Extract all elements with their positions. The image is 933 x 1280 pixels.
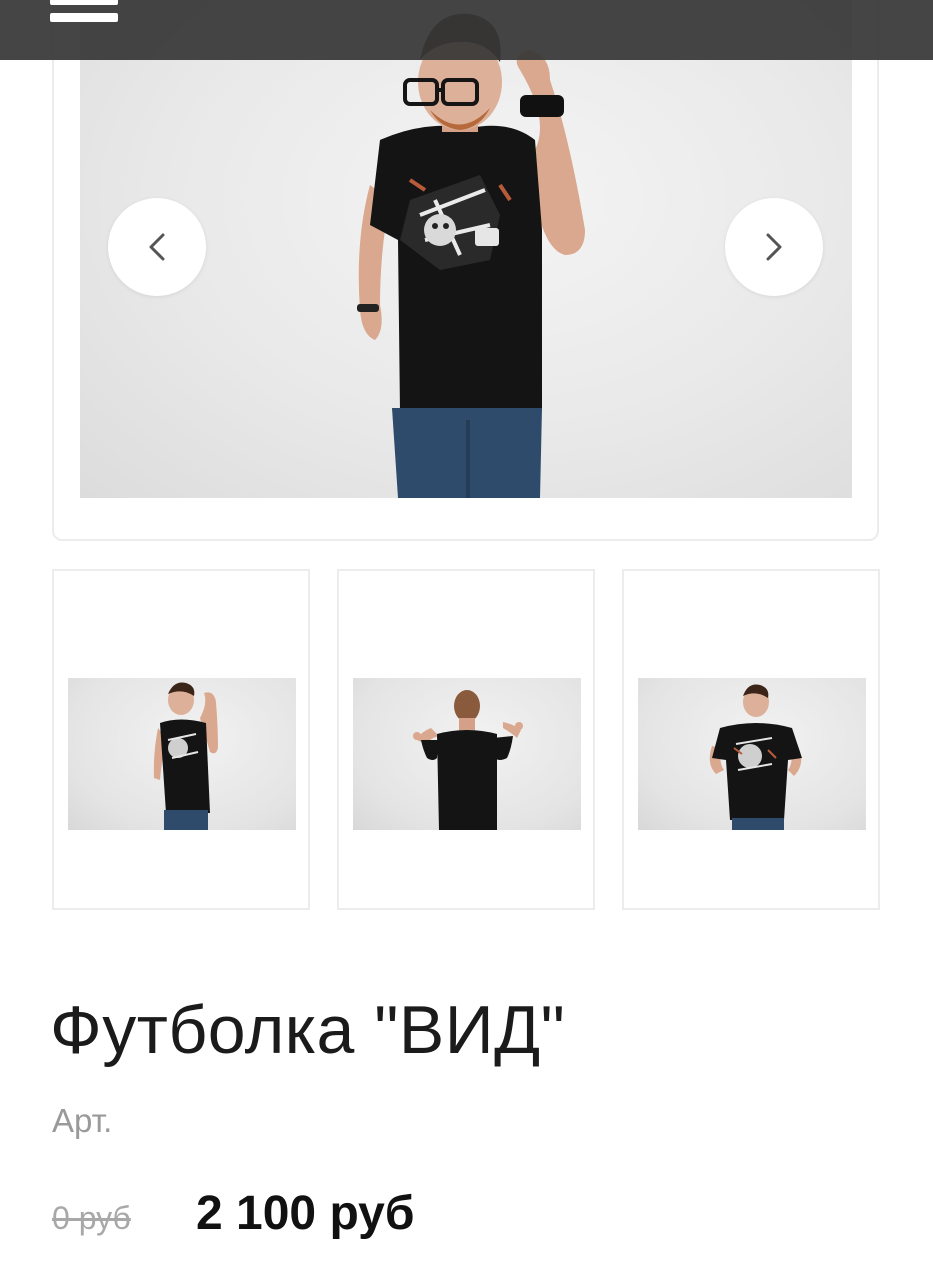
- thumbnail-image: [353, 678, 581, 830]
- chevron-right-icon: [766, 233, 782, 261]
- gallery-next-button[interactable]: [725, 198, 823, 296]
- thumbnail-3[interactable]: [622, 569, 880, 910]
- product-title: Футболка "ВИД": [50, 992, 566, 1068]
- product-price: 2 100 руб: [196, 1187, 415, 1240]
- thumbnail-image: [68, 678, 296, 830]
- thumbnail-2[interactable]: [337, 569, 595, 910]
- gallery-prev-button[interactable]: [108, 198, 206, 296]
- chevron-left-icon: [149, 233, 165, 261]
- thumbnail-1[interactable]: [52, 569, 310, 910]
- hamburger-menu-icon[interactable]: [50, 0, 120, 30]
- top-bar: [0, 0, 933, 60]
- product-page: Футболка "ВИД" Арт. 0 руб 2 100 руб: [0, 0, 933, 1280]
- thumbnail-image: [638, 678, 866, 830]
- old-price: 0 руб: [52, 1200, 131, 1236]
- product-sku-label: Арт.: [52, 1102, 113, 1139]
